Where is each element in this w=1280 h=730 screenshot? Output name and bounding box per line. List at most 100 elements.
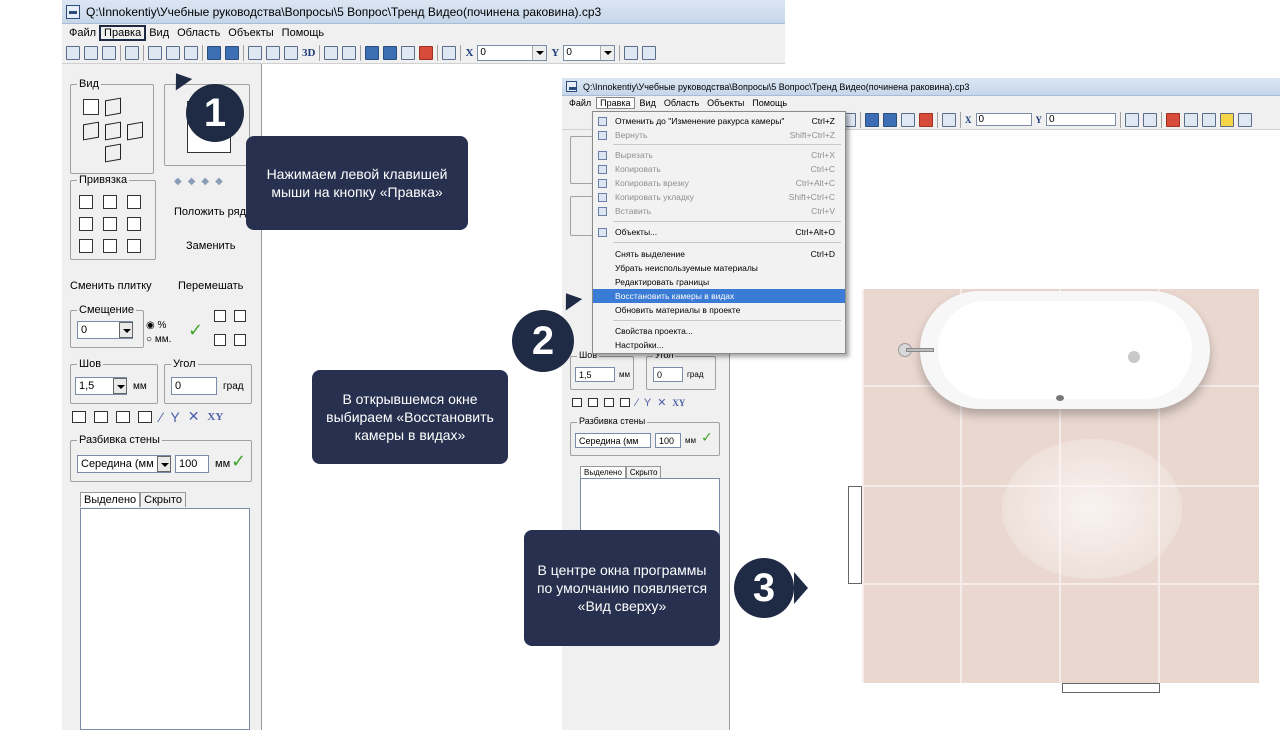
render-icon[interactable] (1238, 112, 1252, 127)
redo-icon[interactable] (225, 45, 239, 60)
rotate-icon[interactable] (383, 45, 398, 60)
light-icon[interactable] (1220, 112, 1234, 127)
triangle-icon[interactable] (1143, 112, 1157, 127)
menu-objects[interactable]: Объекты (704, 98, 747, 108)
mm-radio[interactable]: ○ мм. (146, 334, 171, 345)
arrow-buttons-row[interactable]: ◆◆◆◆ (174, 176, 248, 188)
snap-bottom-left-icon[interactable] (79, 239, 93, 253)
menu-item-edit-borders[interactable]: Редактировать границы (593, 275, 845, 289)
camera-icon[interactable] (342, 45, 357, 60)
tab-selected[interactable]: Выделено (580, 466, 626, 478)
align-icon[interactable] (572, 398, 582, 407)
snap-top-left-icon[interactable] (79, 195, 93, 209)
chevron-down-icon[interactable] (600, 45, 615, 60)
undo-icon[interactable] (207, 45, 221, 60)
picture-icon[interactable] (83, 99, 99, 115)
snap-left-icon[interactable] (79, 217, 93, 231)
distribute-icon[interactable] (588, 398, 598, 407)
table-icon[interactable] (116, 410, 130, 423)
magnet-icon[interactable] (919, 112, 933, 127)
menu-item-copy-inset[interactable]: Копировать врезку Ctrl+Alt+C (593, 176, 845, 190)
wall-split-select[interactable]: Середина (мм (575, 433, 651, 448)
checkmark-icon[interactable]: ✓ (701, 429, 713, 446)
objects-list[interactable] (80, 508, 250, 730)
chevron-down-icon[interactable] (532, 45, 547, 60)
target-icon[interactable] (1184, 112, 1198, 127)
triangle-icon[interactable] (642, 45, 657, 60)
frame-icon[interactable] (901, 112, 915, 127)
chevron-down-icon[interactable] (113, 378, 127, 394)
menu-edit[interactable]: Правка (596, 97, 635, 109)
print-icon[interactable] (125, 45, 139, 60)
menu-item-deselect[interactable]: Снять выделение Ctrl+D (593, 247, 845, 261)
fork-icon[interactable]: Y (170, 409, 179, 425)
menu-item-paste[interactable]: Вставить Ctrl+V (593, 204, 845, 218)
y-coordinate-select[interactable]: 0 (1046, 113, 1116, 126)
copy-icon[interactable] (166, 45, 180, 60)
xy-button[interactable]: XY (672, 398, 685, 408)
menu-item-update-materials[interactable]: Обновить материалы в проекте (593, 303, 845, 317)
menu-item-settings[interactable]: Настройки... (593, 338, 845, 352)
menu-item-copy[interactable]: Копировать Ctrl+C (593, 162, 845, 176)
diagonal-icon[interactable]: ⁄ (160, 409, 162, 425)
seam-select[interactable]: 1,5 (575, 367, 615, 382)
menu-view[interactable]: Вид (146, 27, 172, 39)
snap-bottom-icon[interactable] (103, 239, 117, 253)
paste-icon[interactable] (184, 45, 198, 60)
view-wall-icon[interactable] (266, 45, 280, 60)
menu-item-project-properties[interactable]: Свойства проекта... (593, 324, 845, 338)
cut-icon[interactable] (148, 45, 162, 60)
tab-hidden[interactable]: Скрыто (625, 466, 662, 478)
menu-area[interactable]: Область (174, 27, 223, 39)
menu-item-undo[interactable]: Отменить до "Изменение ракурса камеры" Ct… (593, 114, 845, 128)
save-icon[interactable] (102, 45, 116, 60)
checkmark-icon[interactable]: ✓ (188, 320, 203, 341)
cross-icon[interactable]: ✕ (657, 396, 666, 409)
magnet-icon[interactable] (419, 45, 434, 60)
ruler-icon[interactable] (442, 45, 457, 60)
menu-edit[interactable]: Правка (99, 25, 147, 41)
faucet[interactable] (892, 341, 934, 359)
delete-icon[interactable] (1166, 112, 1180, 127)
view-3d-button[interactable]: 3D (302, 47, 315, 59)
cube-icon[interactable] (105, 143, 121, 163)
snap-bottom-right-icon[interactable] (127, 239, 141, 253)
frame-icon[interactable] (401, 45, 416, 60)
checkmark-icon[interactable]: ✓ (231, 451, 246, 472)
menu-item-copy-layout[interactable]: Копировать укладку Shift+Ctrl+C (593, 190, 845, 204)
snap-center-icon[interactable] (103, 217, 117, 231)
new-file-icon[interactable] (66, 45, 80, 60)
cube-icon[interactable] (105, 121, 121, 141)
view-grid-icon[interactable] (284, 45, 298, 60)
menu-file[interactable]: Файл (566, 98, 594, 108)
top-view-viewport[interactable] (862, 289, 1259, 683)
replace-button[interactable]: Заменить (186, 240, 235, 252)
move-icon[interactable] (865, 112, 879, 127)
fork-icon[interactable]: Y (644, 397, 651, 409)
expand-icon[interactable] (234, 334, 246, 346)
lay-row-button[interactable]: Положить ряд (174, 206, 246, 218)
move-icon[interactable] (365, 45, 380, 60)
figure-icon[interactable] (324, 45, 339, 60)
view-plan-icon[interactable] (248, 45, 262, 60)
wall-split-number[interactable]: 100 (655, 433, 681, 448)
menu-item-objects[interactable]: Объекты... Ctrl+Alt+O (593, 225, 845, 239)
gear-icon[interactable] (214, 334, 226, 346)
grid-icon[interactable] (1125, 112, 1139, 127)
angle-input[interactable]: 0 (653, 367, 683, 382)
menu-area[interactable]: Область (661, 98, 702, 108)
change-tile-button[interactable]: Сменить плитку (70, 280, 152, 292)
menu-file[interactable]: Файл (66, 27, 99, 39)
menu-item-remove-unused[interactable]: Убрать неиспользуемые материалы (593, 261, 845, 275)
menu-help[interactable]: Помощь (749, 98, 790, 108)
chevron-down-icon[interactable] (119, 322, 133, 338)
xy-button[interactable]: XY (207, 411, 223, 423)
menu-item-cut[interactable]: Вырезать Ctrl+X (593, 148, 845, 162)
angle-input[interactable]: 0 (171, 377, 217, 395)
tab-selected[interactable]: Выделено (80, 492, 141, 507)
diagonal-icon[interactable]: ⁄ (636, 397, 638, 409)
bathtub[interactable] (920, 291, 1210, 409)
cross-icon[interactable]: ✕ (188, 408, 200, 425)
menu-view[interactable]: Вид (637, 98, 659, 108)
snap-top-icon[interactable] (103, 195, 117, 209)
